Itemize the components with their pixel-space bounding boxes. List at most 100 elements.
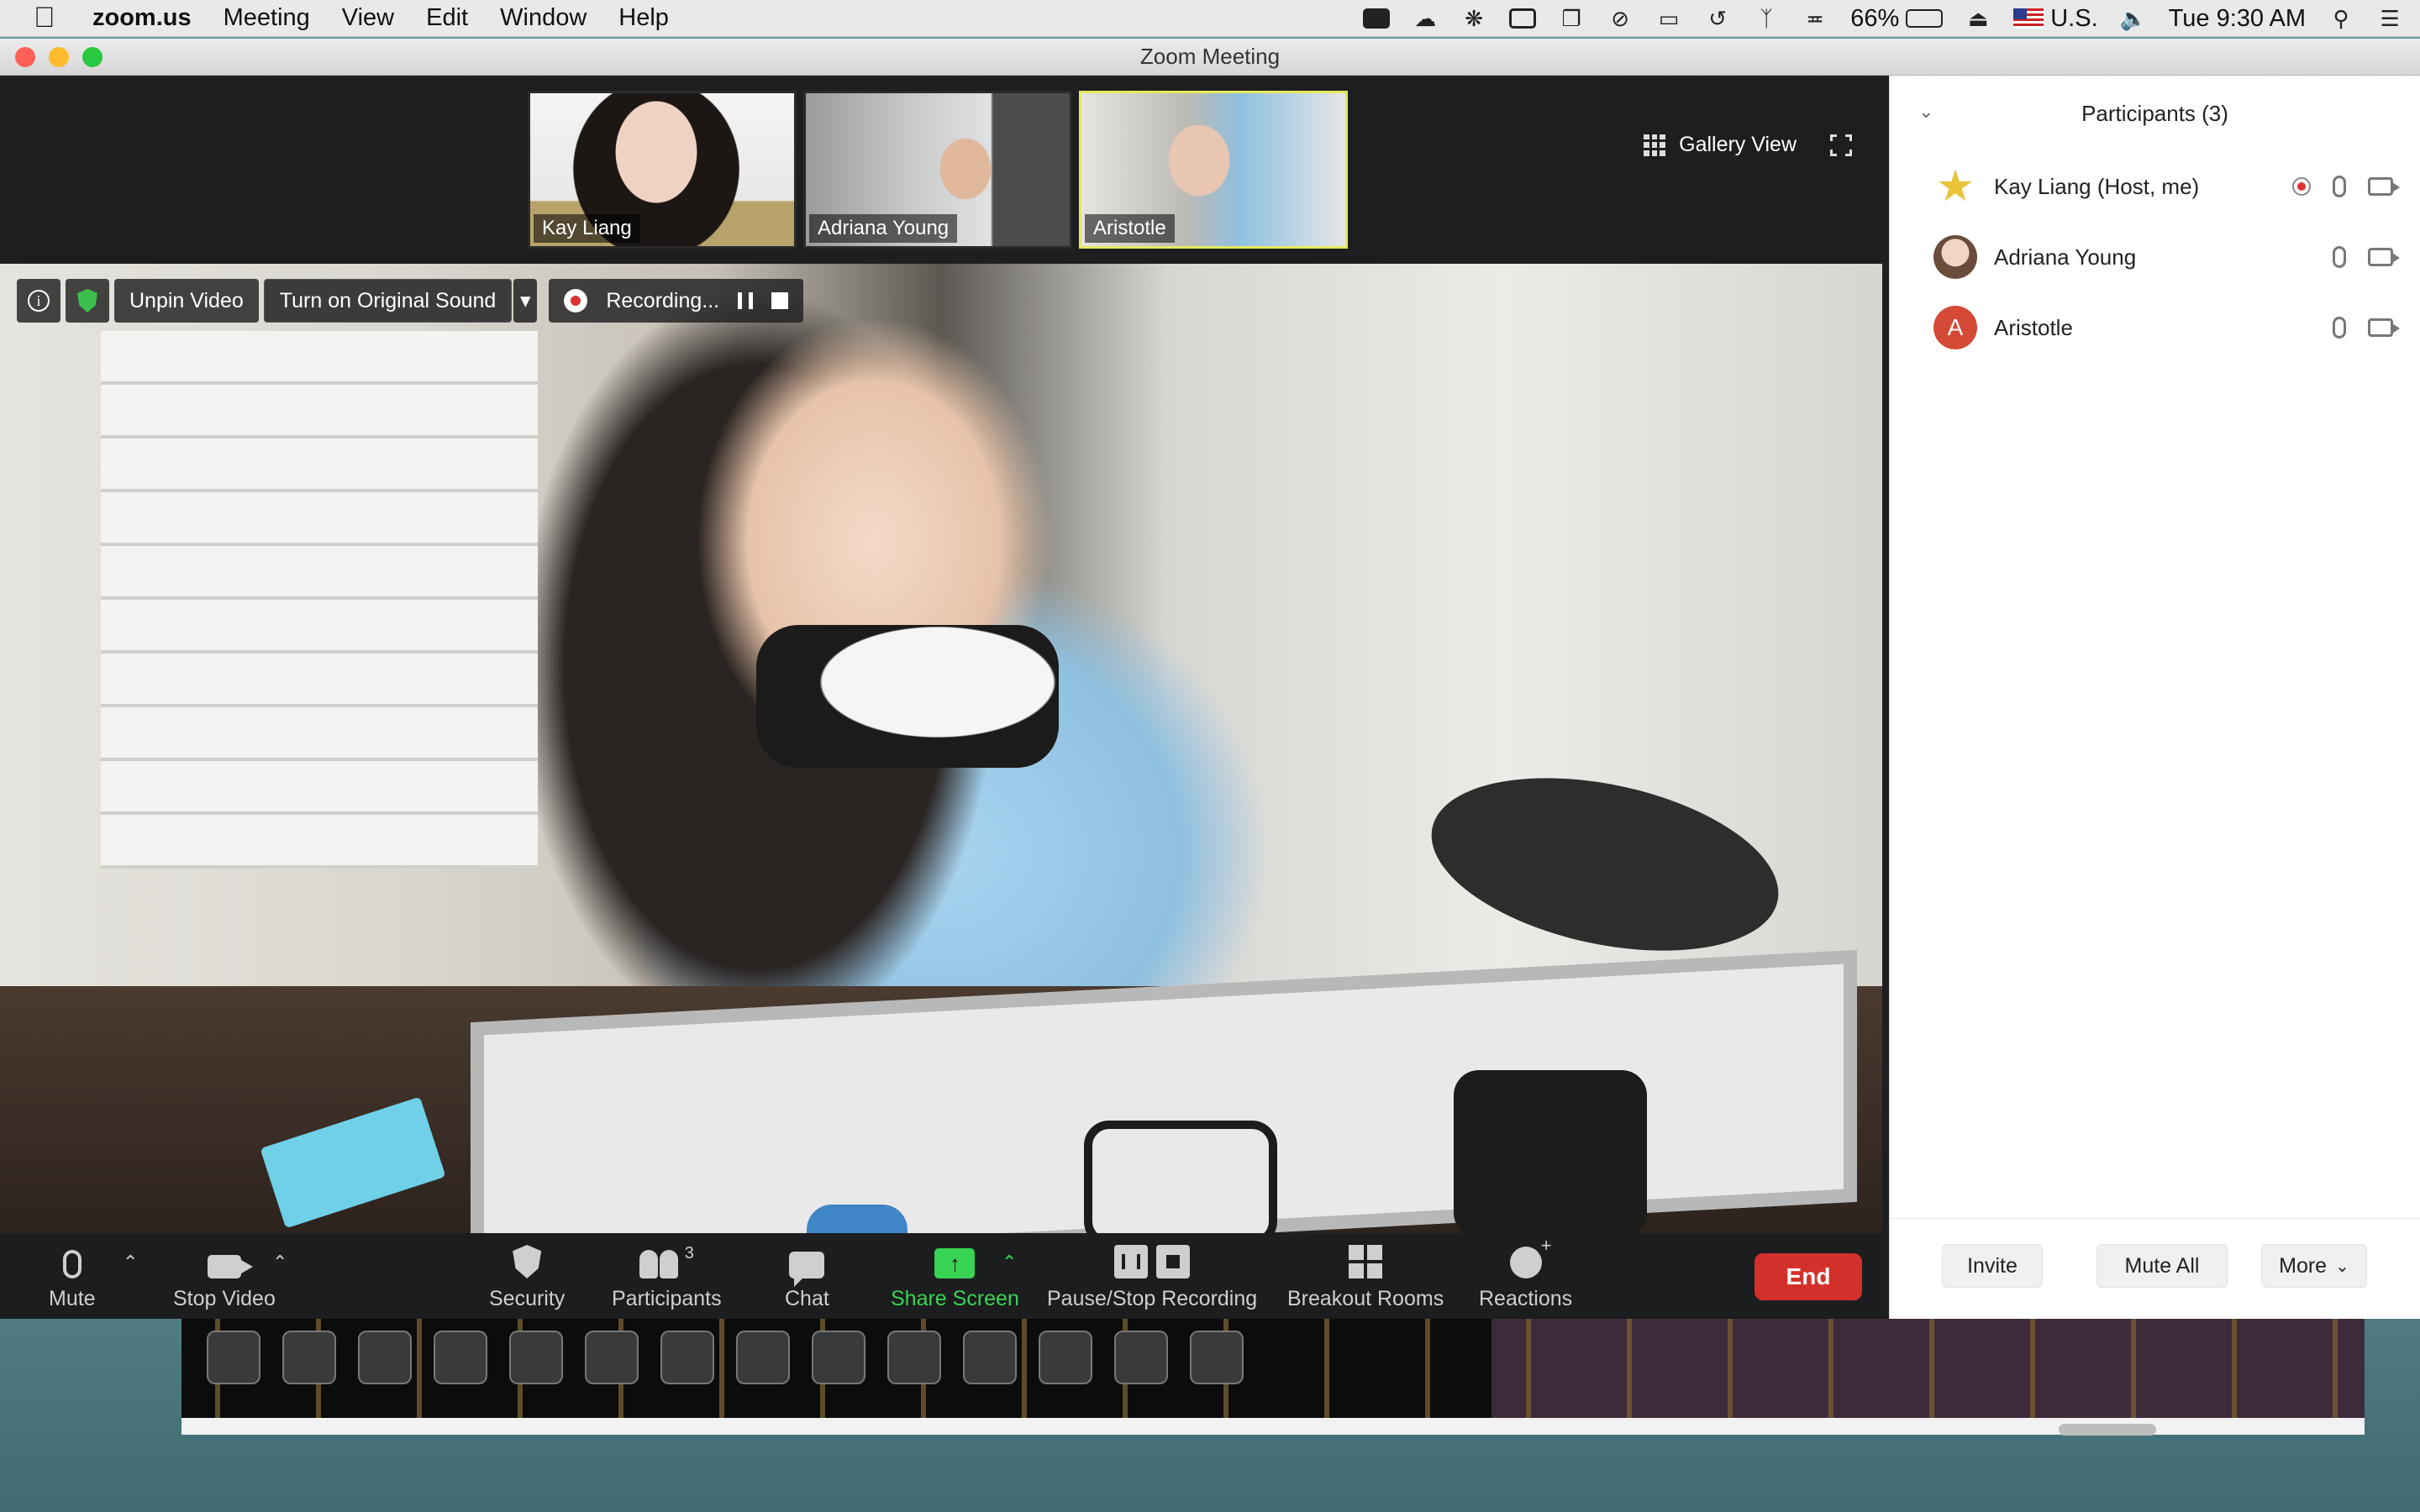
creative-cloud-icon[interactable]: ☁ bbox=[1412, 6, 1439, 31]
chat-button[interactable]: Chat bbox=[785, 1242, 829, 1311]
star-avatar-icon: ★ bbox=[1933, 162, 1977, 211]
gallery-view-button[interactable]: Gallery View bbox=[1644, 133, 1852, 157]
participant-row[interactable]: ★ Kay Liang (Host, me) bbox=[1890, 151, 2420, 222]
main-video[interactable] bbox=[0, 264, 1882, 1233]
participants-label: Participants bbox=[612, 1287, 722, 1310]
phone-icon[interactable] bbox=[812, 1331, 865, 1384]
share-screen-button[interactable]: ↑ Share Screen bbox=[891, 1242, 1019, 1311]
menu-help[interactable]: Help bbox=[618, 4, 669, 32]
airplay-icon[interactable]: ▭ bbox=[1655, 6, 1682, 31]
breakout-rooms-button[interactable]: Breakout Rooms bbox=[1287, 1242, 1444, 1311]
time-machine-icon[interactable]: ↺ bbox=[1704, 6, 1731, 31]
recording-indicator: Recording... bbox=[549, 279, 804, 323]
participants-header: ⌄ Participants (3) bbox=[1890, 76, 2420, 151]
spotlight-search-icon[interactable]: ⚲ bbox=[2328, 6, 2354, 31]
end-meeting-button[interactable]: End bbox=[1754, 1253, 1862, 1300]
menu-window[interactable]: Window bbox=[500, 4, 587, 32]
collapse-chevron-icon[interactable]: ⌄ bbox=[1918, 101, 1933, 123]
participant-name: Adriana Young bbox=[1994, 244, 2137, 270]
mute-button[interactable]: Mute bbox=[49, 1242, 96, 1311]
avatar: A bbox=[1933, 306, 1977, 349]
participant-row[interactable]: A Aristotle bbox=[1890, 292, 2420, 363]
participants-button[interactable]: 3 Participants bbox=[612, 1242, 722, 1311]
bluetooth-icon[interactable]: ᛉ bbox=[1753, 6, 1780, 31]
fullscreen-icon[interactable] bbox=[1830, 134, 1852, 156]
security-button[interactable]: Security bbox=[489, 1242, 565, 1311]
unpin-video-button[interactable]: Unpin Video bbox=[114, 279, 259, 323]
participant-thumbnail[interactable]: Kay Liang bbox=[528, 91, 797, 249]
audio-options-caret[interactable]: ⌃ bbox=[123, 1252, 138, 1273]
more-button[interactable]: More ⌄ bbox=[2261, 1244, 2367, 1288]
sign-icon[interactable] bbox=[660, 1331, 714, 1384]
book-icon[interactable] bbox=[585, 1331, 639, 1384]
video-toy-car bbox=[807, 1205, 908, 1233]
bottle-icon[interactable] bbox=[434, 1331, 487, 1384]
share-options-caret[interactable]: ⌃ bbox=[1002, 1252, 1017, 1273]
pause-recording-icon[interactable] bbox=[738, 292, 754, 309]
video-camera-icon[interactable] bbox=[2368, 177, 2400, 196]
participant-thumbnail[interactable]: Adriana Young bbox=[803, 91, 1072, 249]
microphone-icon[interactable] bbox=[2333, 317, 2346, 339]
calculator-icon[interactable] bbox=[1039, 1331, 1092, 1384]
input-source[interactable]: U.S. bbox=[2013, 4, 2098, 33]
focus-icon[interactable]: ⊘ bbox=[1607, 6, 1634, 31]
menubar-clock[interactable]: Tue 9:30 AM bbox=[2169, 5, 2306, 33]
status-menus: ☁ ❋ ❐ ⊘ ▭ ↺ ᛉ ≖ 66% ⏏ U.S. 🔈 Tue 9:30 AM… bbox=[1363, 0, 2403, 37]
reactions-button[interactable]: Reactions bbox=[1479, 1235, 1572, 1311]
original-sound-dropdown[interactable]: ▾ bbox=[513, 279, 538, 323]
pencil-icon[interactable] bbox=[963, 1331, 1017, 1384]
encryption-button[interactable] bbox=[66, 279, 109, 323]
horizontal-scrollbar-thumb[interactable] bbox=[2059, 1424, 2156, 1436]
window-titlebar: Zoom Meeting bbox=[0, 39, 2420, 76]
volume-icon[interactable]: 🔈 bbox=[2119, 6, 2146, 31]
battery-icon bbox=[1906, 9, 1944, 28]
sync-icon[interactable]: ❋ bbox=[1460, 6, 1487, 31]
video-chair-armrest bbox=[1415, 749, 1795, 979]
stop-recording-icon[interactable] bbox=[771, 292, 789, 309]
video-camera-icon bbox=[207, 1255, 253, 1278]
dice-icon[interactable] bbox=[207, 1331, 260, 1384]
meeting-info-button[interactable]: i bbox=[17, 279, 60, 323]
grid-icon bbox=[1644, 134, 1666, 156]
microphone-icon[interactable] bbox=[2333, 176, 2346, 197]
robot-icon[interactable] bbox=[1114, 1331, 1168, 1384]
mute-all-button[interactable]: Mute All bbox=[2096, 1244, 2228, 1288]
windows-icon[interactable]: ❐ bbox=[1558, 6, 1585, 31]
meeting-toolbar: Mute ⌃ Stop Video ⌃ Security 3 Participa… bbox=[0, 1233, 1882, 1319]
wifi-icon[interactable]: ≖ bbox=[1802, 6, 1828, 31]
menu-meeting[interactable]: Meeting bbox=[224, 4, 310, 32]
chevron-down-icon: ⌄ bbox=[2335, 1257, 2349, 1276]
video-camera-icon[interactable] bbox=[2368, 248, 2400, 266]
microphone-icon[interactable] bbox=[2333, 246, 2346, 268]
magnifier-icon[interactable] bbox=[887, 1331, 941, 1384]
display-icon[interactable] bbox=[1509, 8, 1537, 29]
eject-icon[interactable]: ⏏ bbox=[1965, 6, 1991, 31]
thumbnail-name: Kay Liang bbox=[534, 214, 640, 243]
original-sound-button[interactable]: Turn on Original Sound bbox=[263, 279, 513, 323]
palette-icon[interactable] bbox=[282, 1331, 336, 1384]
participant-row[interactable]: Adriana Young bbox=[1890, 222, 2420, 292]
pause-stop-recording-label: Pause/Stop Recording bbox=[1047, 1287, 1258, 1310]
menu-bar:  zoom.us Meeting View Edit Window Help … bbox=[0, 0, 2420, 37]
menu-edit[interactable]: Edit bbox=[426, 4, 468, 32]
globe-icon[interactable] bbox=[509, 1331, 563, 1384]
apple-icon[interactable]:  bbox=[34, 2, 82, 34]
invite-button[interactable]: Invite bbox=[1942, 1244, 2043, 1288]
video-camera-icon[interactable] bbox=[2368, 318, 2400, 337]
battery-status[interactable]: 66% bbox=[1850, 5, 1944, 33]
earth-icon[interactable] bbox=[1190, 1331, 1244, 1384]
thumbnail-strip: Kay Liang Adriana Young Aristotle Galler… bbox=[0, 76, 1882, 264]
zoom-status-icon[interactable] bbox=[1363, 8, 1391, 29]
app-menu[interactable]: zoom.us bbox=[92, 4, 192, 32]
video-options-caret[interactable]: ⌃ bbox=[272, 1252, 287, 1273]
stop-video-button[interactable]: Stop Video bbox=[173, 1242, 276, 1311]
video-area: Kay Liang Adriana Young Aristotle Galler… bbox=[0, 76, 1882, 1319]
lightbulb-icon[interactable] bbox=[358, 1331, 412, 1384]
pause-stop-recording-button[interactable]: Pause/Stop Recording bbox=[1047, 1242, 1257, 1311]
participant-thumbnail-active[interactable]: Aristotle bbox=[1079, 91, 1348, 249]
chalkboard-icon[interactable] bbox=[736, 1331, 790, 1384]
notification-center-icon[interactable]: ☰ bbox=[2376, 6, 2403, 31]
menu-view[interactable]: View bbox=[342, 4, 394, 32]
recording-label: Recording... bbox=[606, 288, 720, 312]
input-source-label: U.S. bbox=[2050, 4, 2098, 32]
